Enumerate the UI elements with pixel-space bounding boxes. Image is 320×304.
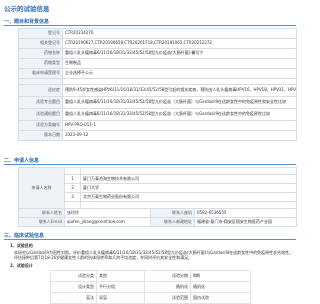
row-label: 临床申请受理号 [18,68,63,79]
applicant-number: 2 [64,183,81,193]
design-value: 双盲 [96,292,145,304]
background-info-table: 登记号 CTR20234270 相关登记号 CTR20190627,CTR201… [18,28,297,141]
row-label: 试验通俗题目 [18,108,63,121]
table-row: 适应症 预防9-45岁女性感染HPV6/11/16/18/31/33/45/52… [18,84,297,97]
design-heading: 2、试验设计 [10,263,33,268]
purpose-text: 本研究以Gardasil9为阳性对照，评价重组人乳头瘤病毒6/11/16/18/… [14,250,294,260]
purpose-heading: 1、试验目的 [10,243,33,248]
indication: 预防9-45岁女性感染HPV6/11/16/18/31/33/45/52/58型… [62,84,297,97]
contact-address: 福建省-厦门市-翔安区翔安生物医药产业园 [193,217,298,227]
contact-email-label: 联系人Email [18,217,65,227]
design-value: 其他 [96,270,145,282]
table-row: 临床申请受理号 企业选择不公示 [18,68,297,79]
table-row: 版本日期 2023-09-12 [18,130,297,141]
scientific-title: 重组人乳头瘤病毒6/11/16/18/31/33/45/52/58型九价疫苗（大… [62,96,297,109]
design-label: 试验分类 [50,270,97,282]
registration-number: CTR20234270 [62,28,297,39]
section-heading-applicant: 二、申请人信息 [4,158,40,164]
design-value: Ⅲ期 [190,270,251,282]
row-label: 相关登记号 [18,38,63,49]
contact-phone: 0592-6536555 [193,208,298,218]
design-label: 随机化 [144,281,191,293]
row-label: 试验方案编号 [18,120,63,131]
section-heading-background: 一、题目和背景信息 [4,19,50,25]
design-value: 平行分组 [96,281,145,293]
contact-name: 张玲玲 [64,208,151,218]
table-row: 试验方案编号 HPV-PRO-011-1 [18,120,297,131]
applicant-name: 北京万泰生物药业股份有限公司 [79,192,298,202]
version-date: 2023-09-12 [62,130,297,141]
table-row: 设计类型 平行分组 随机化 随机化 [50,281,251,293]
design-value: 国内试验 [190,292,251,304]
row-label: 药物类型 [18,58,63,69]
protocol-number: HPV-PRO-011-1 [62,120,297,131]
contact-phone-label: 联系人座机 [150,208,195,218]
page-title: 公示的试验信息 [4,5,50,13]
applicant-number: 1 [64,174,81,184]
design-label: 盲法 [50,292,97,304]
row-label: 试验专业题目 [18,96,63,109]
section-divider [4,164,296,165]
row-label: 登记号 [18,28,63,39]
public-title: 重组人乳头瘤病毒6/11/16/18/31/33/45/52/58型九价疫苗（大… [62,108,297,121]
applicant-name: 厦门大学 [79,183,298,193]
table-row: 试验通俗题目 重组人乳头瘤病毒6/11/16/18/31/33/45/52/58… [18,108,297,121]
design-label: 试验分期 [144,270,191,282]
application-number: 企业选择不公示 [62,68,297,79]
applicant-table: 申请人名称 1 厦门万泰沧海生物技术有限公司 2 厦门大学 3 北京万泰生物药业… [18,167,298,227]
table-row: 药物类型 生物制品 [18,58,297,69]
applicant-label: 申请人名称 [18,167,65,209]
contact-row: 联系人Email qiufen_jihang@ceinhlcw.com 联系人邮… [18,217,298,227]
row-label: 版本日期 [18,130,63,141]
table-row: 登记号 CTR20234270 [18,28,297,39]
trial-info-page: 公示的试验信息 一、题目和背景信息 登记号 CTR20234270 相关登记号 … [0,0,300,304]
drug-type: 生物制品 [62,58,297,69]
section-divider [4,25,296,26]
table-row: 试验专业题目 重组人乳头瘤病毒6/11/16/18/31/33/45/52/58… [18,96,297,109]
drug-name: 重组人乳头瘤病毒6/11/16/18/31/33/45/52/58型九价疫苗(大… [62,48,297,59]
row-label: 适应症 [18,84,63,97]
contact-name-label: 联系人姓名 [18,208,65,218]
table-row: 相关登记号 CTR20190627,CTR20190658,CTR2020171… [18,38,297,49]
applicant-name: 厦门万泰沧海生物技术有限公司 [79,174,298,184]
section-divider [4,239,296,240]
contact-row: 联系人姓名 张玲玲 联系人座机 0592-6536555 [18,208,298,218]
design-table: 试验分类 其他 试验分期 Ⅲ期 设计类型 平行分组 随机化 随机化 盲法 双盲 … [50,270,251,304]
contact-address-label: 联系人邮政地址 [150,217,195,227]
design-label: 试验范围 [144,292,191,304]
table-row: 药物名称 重组人乳头瘤病毒6/11/16/18/31/33/45/52/58型九… [18,48,297,59]
table-row: 盲法 双盲 试验范围 国内试验 [50,292,251,304]
applicant-number: 3 [64,192,81,202]
row-label: 药物名称 [18,48,63,59]
section-heading-trial: 三、临床试验信息 [4,233,45,239]
table-row: 试验分类 其他 试验分期 Ⅲ期 [50,270,251,282]
design-value: 随机化 [190,281,251,293]
contact-email: qiufen_jihang@ceinhlcw.com [64,217,151,227]
related-registration-numbers: CTR20190627,CTR20190658,CTR20201718,CTR2… [62,38,297,49]
design-label: 设计类型 [50,281,97,293]
